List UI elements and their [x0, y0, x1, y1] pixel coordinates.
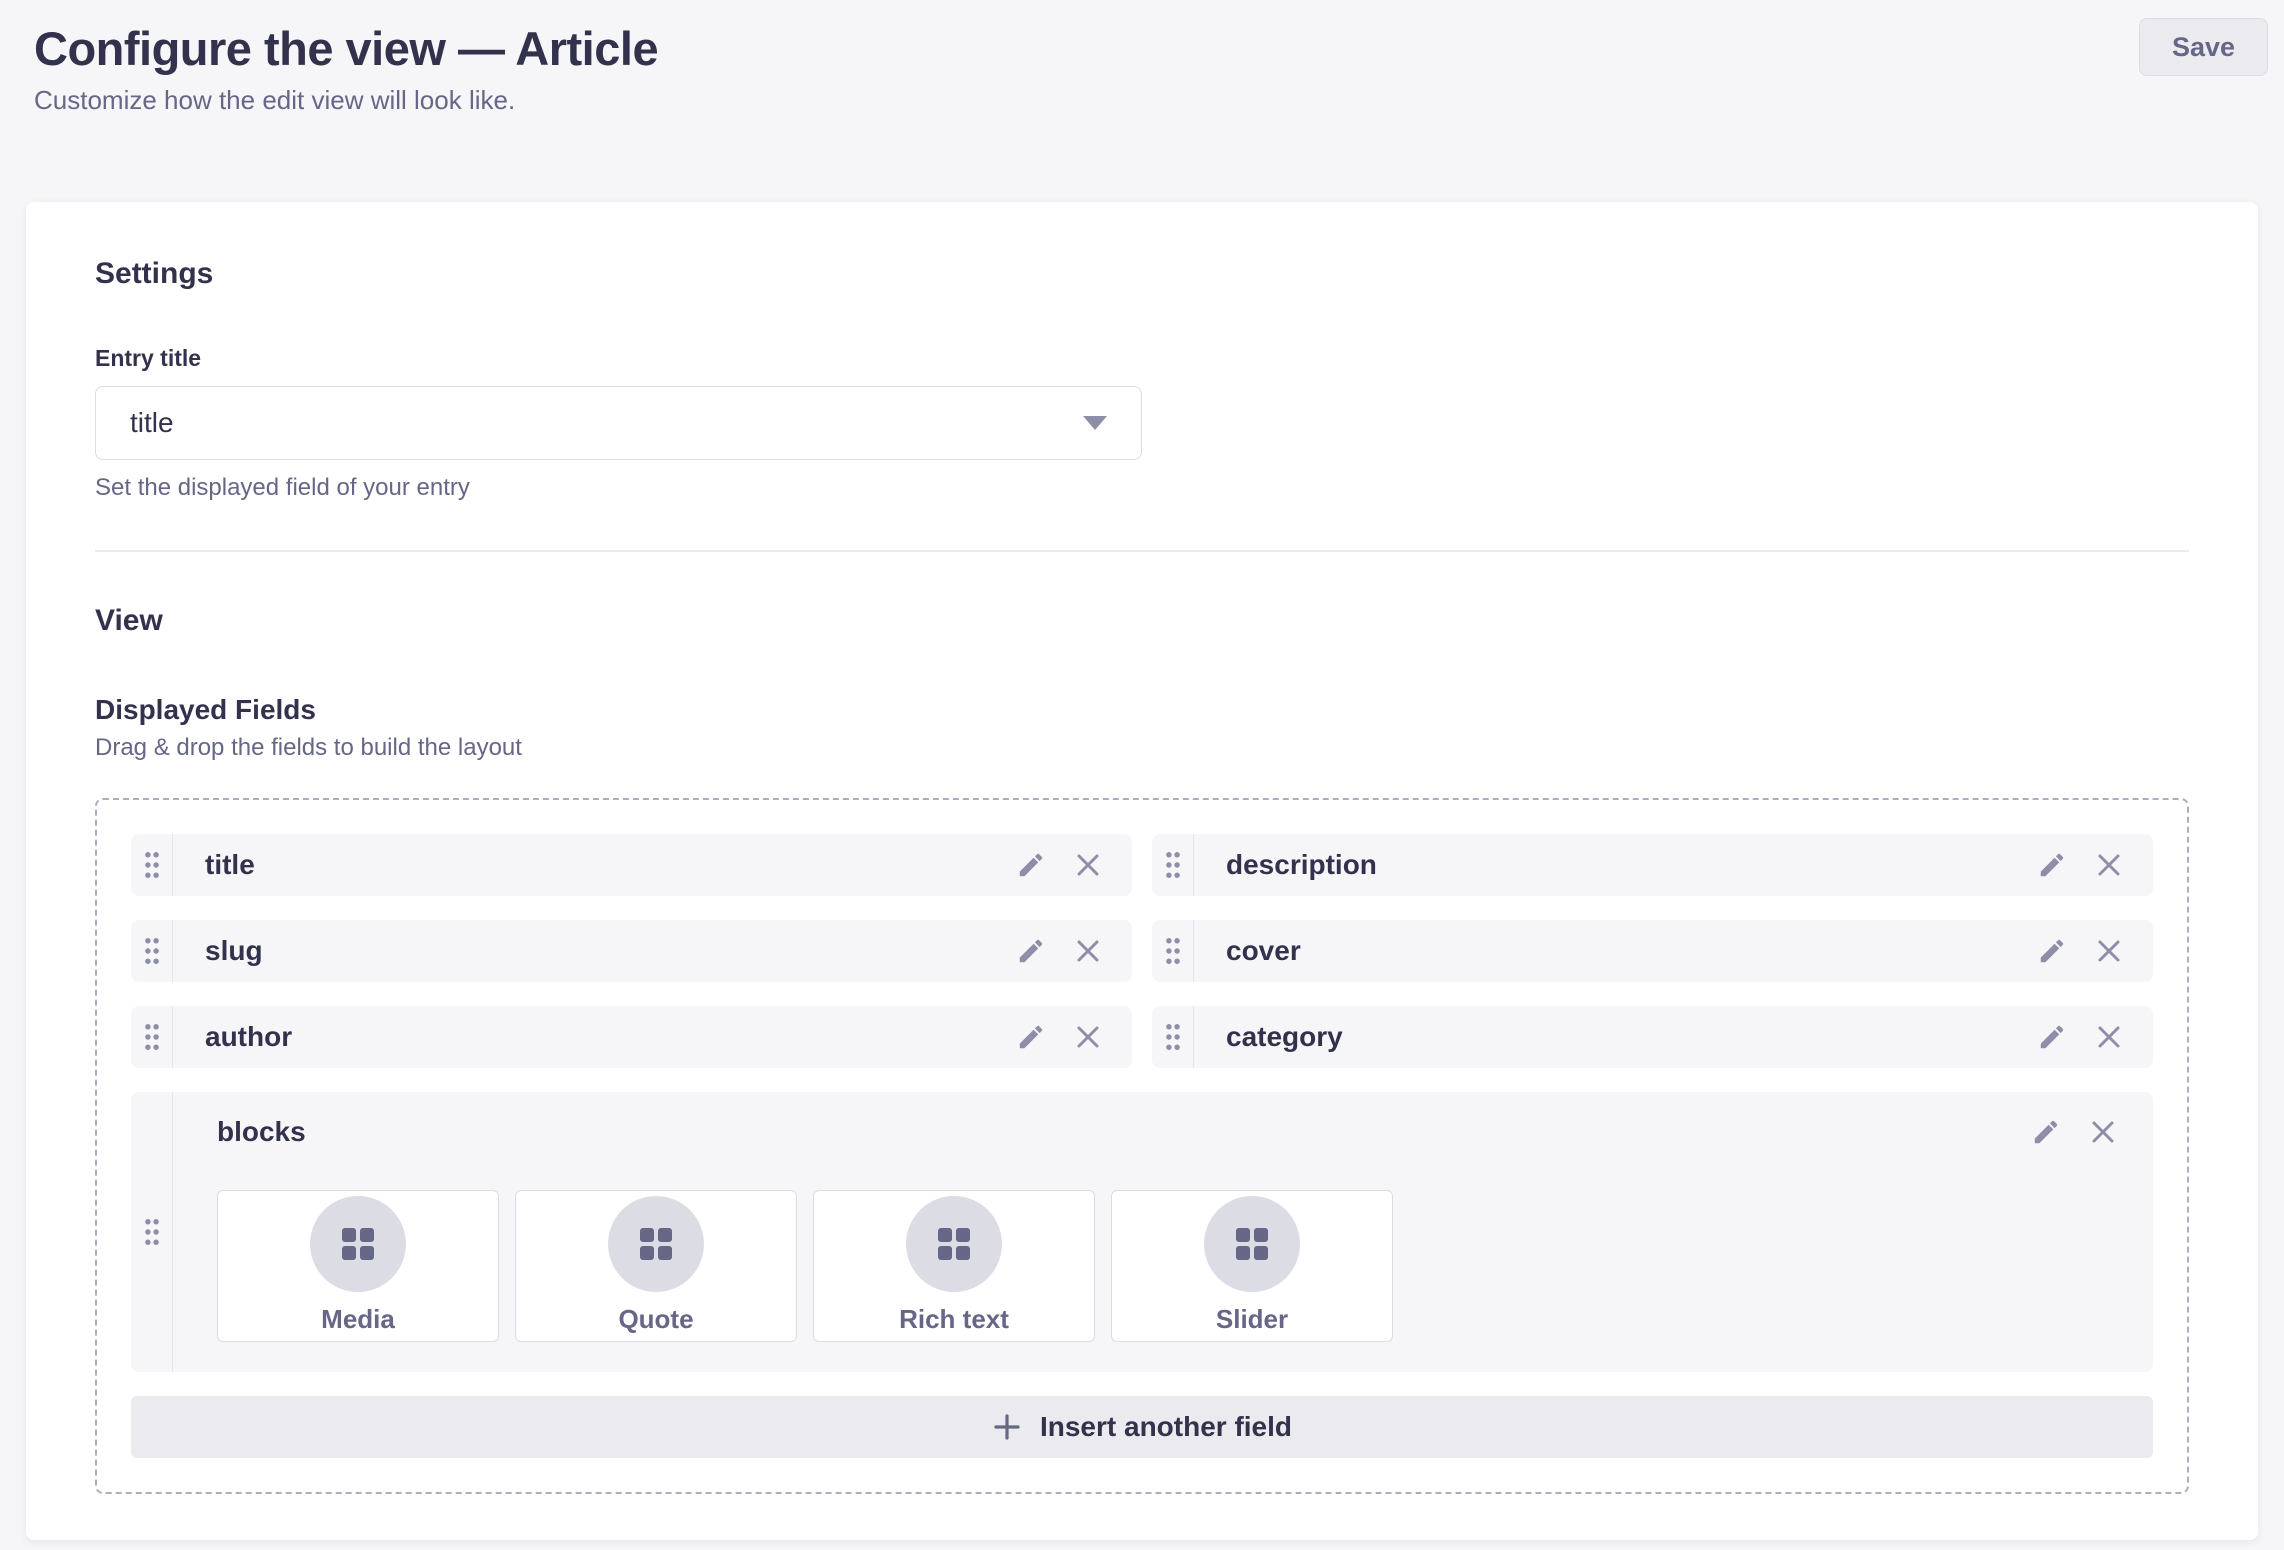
insert-another-field-label: Insert another field [1040, 1411, 1292, 1443]
edit-field-button[interactable] [2031, 1117, 2061, 1147]
field-chip-cover[interactable]: cover [1152, 920, 2153, 982]
page-header: Configure the view — Article Customize h… [0, 0, 2284, 116]
edit-field-button[interactable] [2037, 936, 2067, 966]
remove-field-button[interactable] [1074, 1023, 1102, 1051]
component-label: Rich text [899, 1304, 1009, 1335]
settings-heading: Settings [95, 257, 2189, 291]
insert-another-field-button[interactable]: Insert another field [131, 1396, 2153, 1458]
view-heading: View [95, 604, 2189, 638]
field-chip-label: title [173, 849, 1016, 881]
component-label: Slider [1216, 1304, 1288, 1335]
field-chip-label: author [173, 1021, 1016, 1053]
entry-title-select-value: title [130, 407, 174, 439]
edit-field-button[interactable] [1016, 1022, 1046, 1052]
component-grid-icon [310, 1196, 406, 1292]
field-chip-blocks[interactable]: blocks Media [131, 1092, 2153, 1372]
entry-title-label: Entry title [95, 345, 2189, 372]
configure-view-page: Configure the view — Article Customize h… [0, 0, 2284, 1550]
field-chip-author[interactable]: author [131, 1006, 1132, 1068]
component-grid-icon [608, 1196, 704, 1292]
field-chip-title[interactable]: title [131, 834, 1132, 896]
drag-handle-icon[interactable] [131, 920, 173, 982]
drag-handle-icon[interactable] [1152, 920, 1194, 982]
edit-field-button[interactable] [1016, 936, 1046, 966]
field-chip-category[interactable]: category [1152, 1006, 2153, 1068]
blocks-header: blocks [217, 1116, 2117, 1148]
field-chip-slug[interactable]: slug [131, 920, 1132, 982]
drag-handle-icon[interactable] [131, 1006, 173, 1068]
main-card: Settings Entry title title Set the displ… [26, 202, 2258, 1540]
edit-field-button[interactable] [2037, 1022, 2067, 1052]
displayed-fields-subtitle: Drag & drop the fields to build the layo… [95, 734, 2189, 762]
remove-field-button[interactable] [2095, 1023, 2123, 1051]
remove-field-button[interactable] [2089, 1118, 2117, 1146]
drag-handle-icon[interactable] [131, 1092, 173, 1372]
component-grid-icon [1204, 1196, 1300, 1292]
component-card-slider: Slider [1111, 1190, 1393, 1342]
components-row: Media Quote [217, 1190, 2117, 1342]
entry-title-block: Entry title title Set the displayed fiel… [95, 345, 2189, 502]
remove-field-button[interactable] [1074, 851, 1102, 879]
drag-handle-icon[interactable] [131, 834, 173, 896]
component-card-rich-text: Rich text [813, 1190, 1095, 1342]
section-divider [95, 550, 2189, 552]
field-chip-label: category [1194, 1021, 2037, 1053]
page-subtitle: Customize how the edit view will look li… [34, 85, 2250, 116]
edit-field-button[interactable] [1016, 850, 1046, 880]
field-chip-label: blocks [217, 1116, 306, 1148]
component-label: Media [321, 1304, 395, 1335]
edit-field-button[interactable] [2037, 850, 2067, 880]
remove-field-button[interactable] [1074, 937, 1102, 965]
component-card-quote: Quote [515, 1190, 797, 1342]
component-label: Quote [618, 1304, 693, 1335]
field-chip-label: slug [173, 935, 1016, 967]
entry-title-select[interactable]: title [95, 386, 1142, 460]
remove-field-button[interactable] [2095, 937, 2123, 965]
entry-title-hint: Set the displayed field of your entry [95, 474, 2189, 502]
blocks-content: blocks Media [173, 1092, 2153, 1372]
component-card-media: Media [217, 1190, 499, 1342]
save-button[interactable]: Save [2139, 18, 2268, 76]
drag-handle-icon[interactable] [1152, 1006, 1194, 1068]
field-chip-label: description [1194, 849, 2037, 881]
displayed-fields-heading: Displayed Fields [95, 694, 2189, 726]
plus-icon [992, 1412, 1022, 1442]
remove-field-button[interactable] [2095, 851, 2123, 879]
fields-dropzone: title description [95, 798, 2189, 1494]
field-chip-label: cover [1194, 935, 2037, 967]
page-title: Configure the view — Article [34, 20, 2250, 79]
drag-handle-icon[interactable] [1152, 834, 1194, 896]
fields-grid: title description [131, 834, 2153, 1372]
field-chip-description[interactable]: description [1152, 834, 2153, 896]
chevron-down-icon [1083, 416, 1107, 430]
component-grid-icon [906, 1196, 1002, 1292]
